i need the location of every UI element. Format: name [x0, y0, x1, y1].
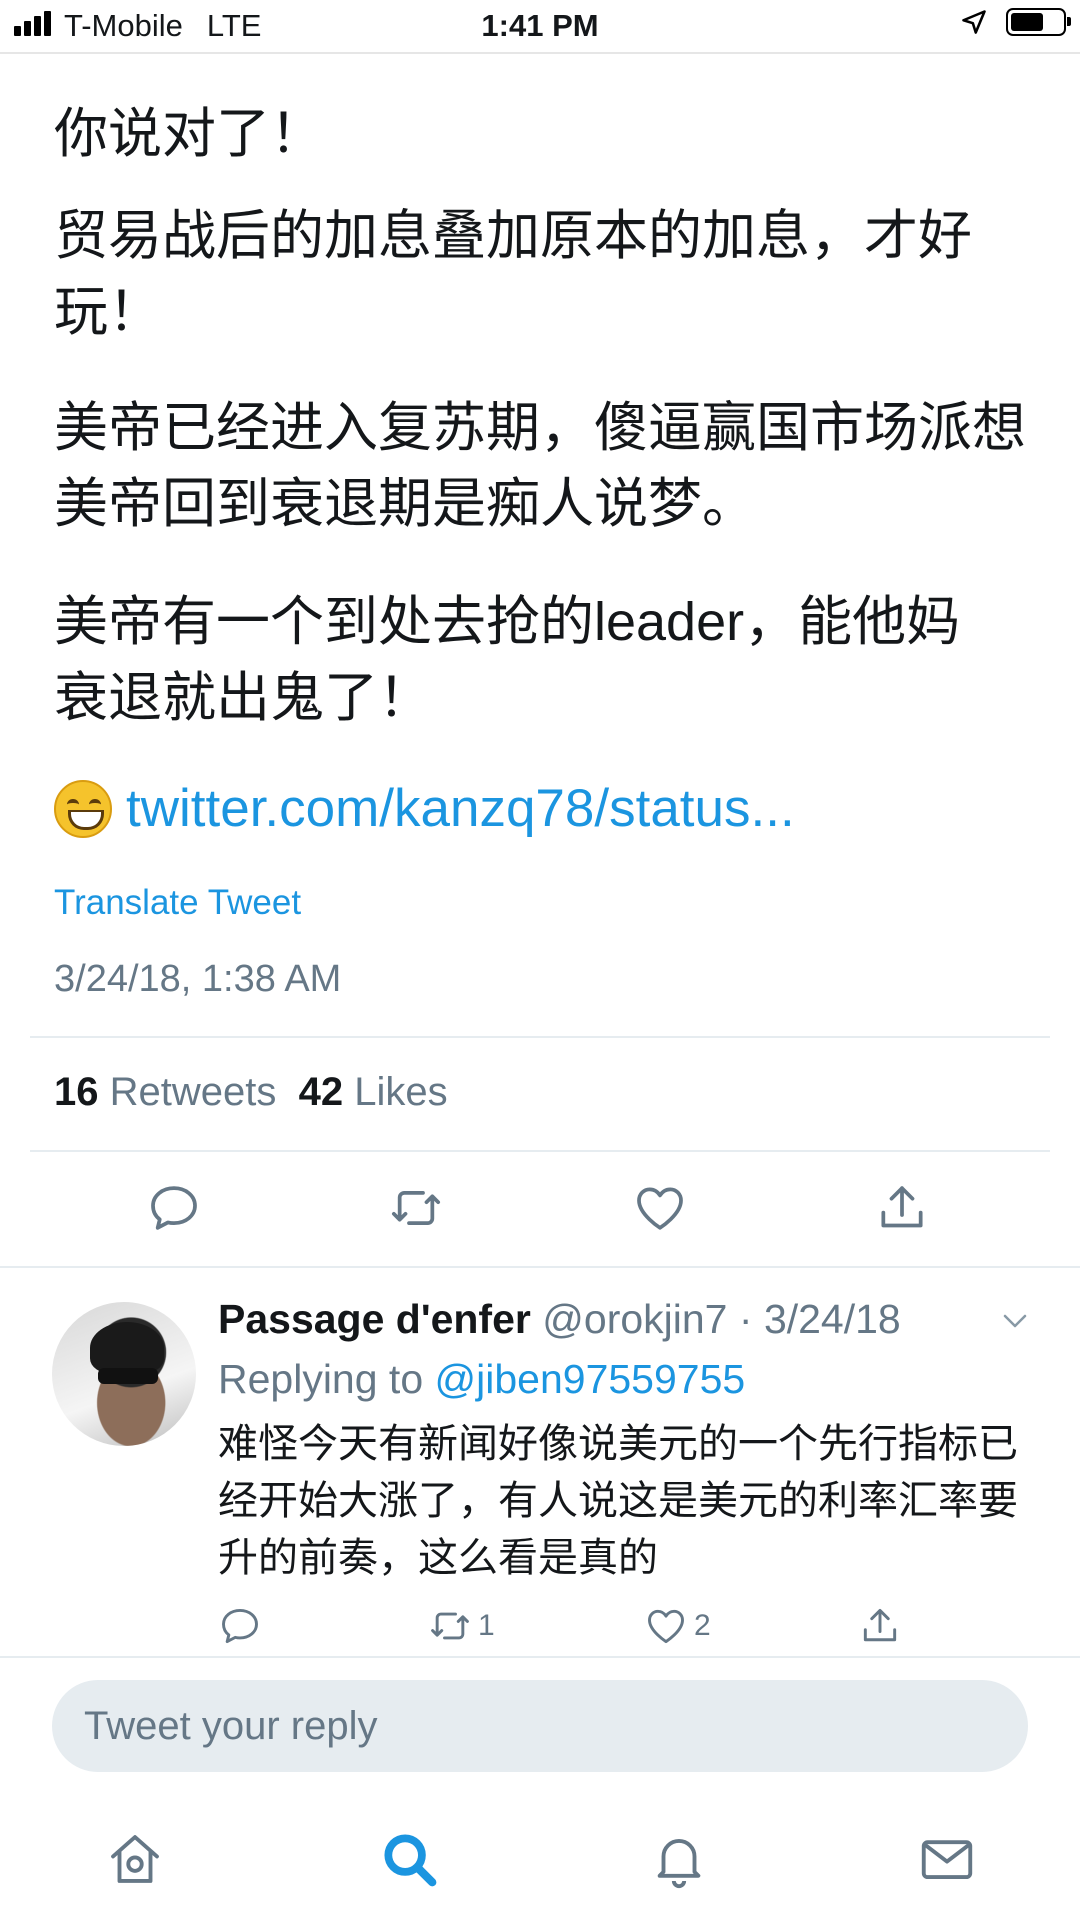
tab-messages[interactable] — [916, 1828, 978, 1895]
like-heart-icon — [648, 1609, 684, 1644]
reply-retweet-count: 1 — [478, 1609, 495, 1642]
tweet-paragraph-4: 美帝有一个到处去抢的leader，能他妈衰退就出鬼了！ — [54, 592, 961, 728]
reply-share-button[interactable] — [858, 1604, 902, 1648]
share-icon[interactable] — [874, 1180, 930, 1241]
tab-notifications[interactable] — [648, 1828, 710, 1895]
retweet-icon[interactable] — [388, 1180, 444, 1241]
share-icon — [863, 1608, 897, 1642]
tweet-stats: 16 Retweets 42 Likes — [54, 1070, 448, 1115]
reply-text: 难怪今天有新闻好像说美元的一个先行指标已经开始大涨了，有人说这是美元的利率汇率要… — [218, 1422, 1018, 1580]
reply-like-count: 2 — [694, 1609, 711, 1642]
search-icon — [384, 1834, 437, 1887]
divider — [30, 1036, 1050, 1038]
reply-author-handle[interactable]: @orokjin7 — [542, 1296, 727, 1342]
replying-prefix: Replying to — [218, 1356, 424, 1402]
reply-header: Passage d'enfer @orokjin7 · 3/24/18 — [218, 1296, 901, 1343]
tweet-timestamp: 3/24/18, 1:38 AM — [54, 958, 342, 1000]
reply-reply-button[interactable] — [218, 1604, 262, 1648]
tweet-paragraph-2: 贸易战后的加息叠加原本的加息，才好玩！ — [54, 206, 972, 342]
reply-like-button[interactable]: 2 — [644, 1604, 711, 1648]
reply-retweet-button[interactable]: 1 — [428, 1604, 495, 1648]
reply-icon[interactable] — [146, 1180, 202, 1241]
clock: 1:41 PM — [481, 8, 599, 43]
divider — [0, 1266, 1080, 1268]
tab-home[interactable] — [104, 1828, 166, 1895]
status-right — [960, 8, 1071, 36]
chevron-down-icon[interactable] — [1000, 1306, 1030, 1336]
like-heart-icon[interactable] — [632, 1180, 688, 1241]
tweet-actions — [0, 1180, 1080, 1250]
reply-date: 3/24/18 — [763, 1296, 901, 1342]
status-bar: T-Mobile LTE 1:41 PM — [0, 0, 1080, 54]
retweet-icon — [431, 1612, 469, 1640]
tweet-link[interactable]: twitter.com/kanzq78/status... — [126, 778, 795, 839]
replying-to: Replying to @jiben97559755 — [218, 1356, 745, 1403]
location-arrow-icon — [962, 10, 986, 34]
avatar[interactable] — [52, 1302, 196, 1446]
replying-mention[interactable]: @jiben97559755 — [435, 1356, 746, 1402]
bell-icon — [657, 1839, 701, 1888]
grinning-face-icon — [54, 779, 112, 838]
likes-stat[interactable]: 42 Likes — [299, 1070, 448, 1114]
reply-input-placeholder: Tweet your reply — [84, 1704, 378, 1748]
translate-tweet-link[interactable]: Translate Tweet — [54, 883, 301, 923]
reply-separator: · — [738, 1296, 753, 1342]
retweets-stat[interactable]: 16 Retweets — [54, 1070, 276, 1114]
divider — [30, 1150, 1050, 1152]
home-icon — [111, 1835, 159, 1883]
mail-icon — [921, 1840, 973, 1880]
reply-author-name[interactable]: Passage d'enfer — [218, 1296, 531, 1342]
tab-bar — [0, 1800, 1080, 1920]
tweet-link-row: twitter.com/kanzq78/status... — [54, 778, 795, 839]
tab-search[interactable] — [378, 1828, 440, 1895]
tweet-paragraph-1: 你说对了！ — [54, 104, 324, 164]
reply-actions: 1 2 — [0, 1604, 1080, 1654]
reply-icon — [222, 1608, 258, 1644]
tweet-paragraph-3: 美帝已经进入复苏期，傻逼赢国市场派想美帝回到衰退期是痴人说梦。 — [54, 398, 1026, 534]
battery-icon — [1006, 8, 1071, 36]
